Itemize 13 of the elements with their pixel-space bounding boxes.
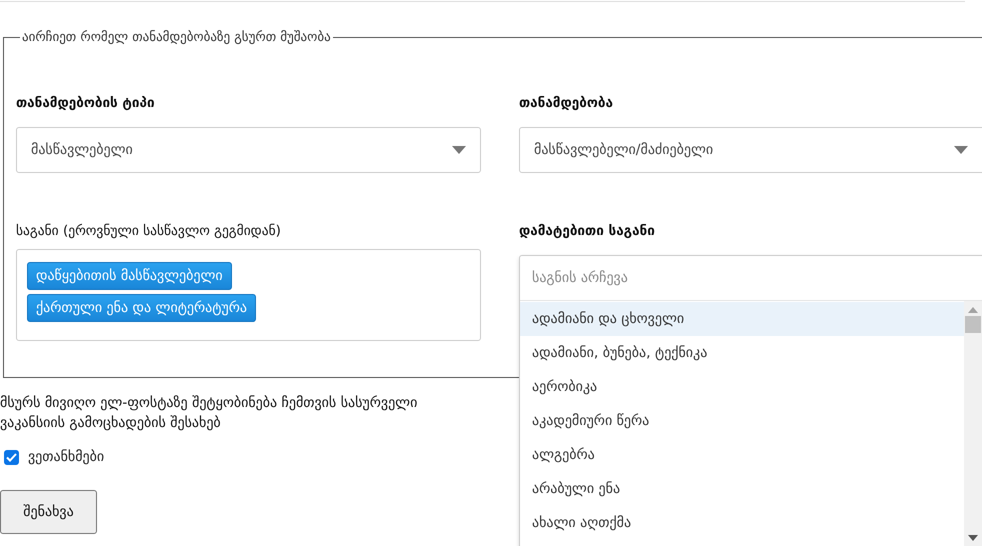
- dropdown-option[interactable]: ადამიანი და ცხოველი: [520, 302, 964, 336]
- panel-legend: აირჩიეთ რომელ თანამდებობაზე გსურთ მუშაობა: [20, 30, 333, 45]
- subject-dropdown[interactable]: საგნის არჩევა ადამიანი და ცხოველი ადამიანი, ბუნება, ტექნიკა აერობიკა აკადემიური წერა ალგებრა არაბული ენა ახალი აღთქმა: [519, 255, 982, 546]
- field-label: დამატებითი საგანი: [519, 223, 656, 239]
- save-button[interactable]: შენახვა: [0, 490, 97, 534]
- field-label: თანამდებობა: [519, 95, 614, 111]
- subject-search-field[interactable]: საგნის არჩევა: [520, 256, 982, 300]
- position-select[interactable]: მასწავლებელი/მაძიებელი: [519, 127, 982, 173]
- position-type-select[interactable]: მასწავლებელი: [16, 127, 481, 173]
- notification-text: მსურს მივიღო ელ-ფოსტაზე შეტყობინება ჩემთვის სასურველი ვაკანსიის გამოცხადების შესახებ: [0, 394, 418, 433]
- field-label: თანამდებობის ტიპი: [16, 95, 156, 111]
- checkbox-label: ვეთანხმები: [28, 449, 104, 465]
- field-label: საგანი (ეროვნული სასწავლო გეგმიდან): [16, 223, 282, 239]
